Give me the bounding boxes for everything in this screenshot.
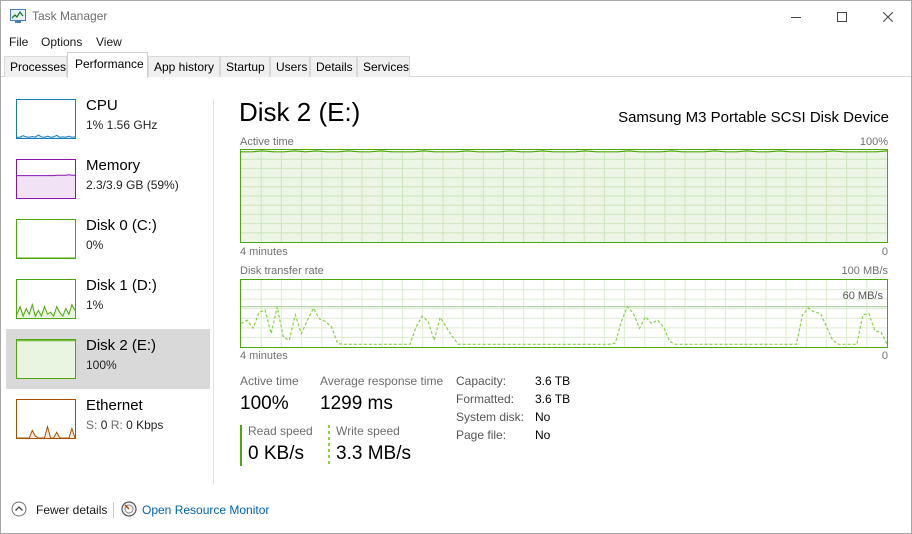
window-title: Task Manager (32, 9, 108, 23)
page-file-value: No (535, 428, 551, 442)
system-disk-value: No (535, 410, 551, 424)
disk-1-thumbnail-graph (16, 279, 76, 319)
task-manager-icon (10, 9, 26, 23)
active-time-graph-max: 100% (859, 136, 888, 148)
footer-divider (113, 502, 114, 518)
ethernet-thumbnail-graph (16, 399, 76, 439)
sidebar-item-detail: 0% (86, 238, 104, 252)
read-speed-value: 0 KB/s (248, 443, 304, 464)
avg-response-value: 1299 ms (320, 393, 393, 414)
write-speed-label: Write speed (336, 424, 400, 438)
active-time-label: Active time (240, 374, 299, 388)
sidebar-divider (213, 99, 214, 484)
tab-performance[interactable]: Performance (67, 52, 148, 78)
fewer-details-button[interactable]: Fewer details (36, 503, 107, 517)
write-speed-indicator (328, 425, 330, 466)
sidebar-item-memory[interactable]: Memory 2.3/3.9 GB (59%) (6, 149, 210, 209)
active-time-area (241, 150, 887, 242)
disk-2-thumbnail-graph (16, 339, 76, 379)
menu-view[interactable]: View (96, 35, 122, 49)
sidebar-item-disk-2[interactable]: Disk 2 (E:) 100% (6, 329, 210, 389)
tab-services[interactable]: Services (357, 56, 410, 77)
thumbnail-line (17, 134, 75, 138)
title-bar[interactable]: Task Manager (1, 1, 911, 32)
sidebar-item-detail: 100% (86, 358, 117, 372)
active-time-value: 100% (240, 393, 289, 414)
capacity-value: 3.6 TB (535, 374, 571, 388)
read-speed-indicator (240, 425, 242, 466)
sidebar-item-detail: 2.3/3.9 GB (59%) (86, 178, 179, 192)
maximize-button[interactable] (819, 1, 865, 32)
sidebar-item-ethernet[interactable]: Ethernet S: 0 R: 0 Kbps (6, 389, 210, 449)
receive-value: 0 Kbps (126, 418, 164, 432)
tab-startup[interactable]: Startup (220, 56, 270, 77)
transfer-rate-graph-label: Disk transfer rate (240, 265, 324, 277)
minimize-icon (791, 12, 801, 22)
tab-details[interactable]: Details (310, 56, 357, 77)
sidebar-item-cpu[interactable]: CPU 1% 1.56 GHz (6, 89, 210, 149)
tab-bar: Processes Performance App history Startu… (1, 52, 911, 78)
system-disk-label: System disk: (456, 410, 525, 424)
transfer-rate-chart (241, 280, 887, 347)
sidebar-item-detail: 1% (86, 298, 104, 312)
sidebar-item-disk-1[interactable]: Disk 1 (D:) 1% (6, 269, 210, 329)
maximize-icon (837, 11, 847, 22)
transfer-rate-graph-timespan: 4 minutes (240, 350, 288, 362)
sidebar-item-detail: S: 0 R: 0 Kbps (86, 418, 163, 432)
tab-app-history[interactable]: App history (148, 56, 220, 77)
active-time-graph-min: 0 (881, 246, 888, 258)
sidebar-item-label: Disk 0 (C:) (86, 217, 157, 234)
resource-monitor-icon[interactable] (121, 501, 137, 517)
minimize-button[interactable] (773, 1, 819, 32)
send-value: 0 (100, 418, 108, 432)
cpu-thumbnail-graph (16, 99, 76, 139)
transfer-rate-graph-min: 0 (881, 350, 888, 362)
read-speed-label: Read speed (248, 424, 313, 438)
page-title: Disk 2 (E:) (239, 97, 361, 127)
capacity-label: Capacity: (456, 374, 507, 388)
send-label: S: (86, 418, 98, 432)
sidebar-item-label: Disk 1 (D:) (86, 277, 157, 294)
disk-details-panel: Disk 2 (E:) Samsung M3 Portable SCSI Dis… (239, 97, 889, 477)
close-icon (883, 11, 893, 22)
formatted-value: 3.6 TB (535, 392, 571, 406)
write-speed-value: 3.3 MB/s (336, 443, 411, 464)
tab-processes[interactable]: Processes (4, 56, 67, 77)
active-time-chart (241, 150, 887, 242)
transfer-rate-graph-max: 100 MB/s (841, 265, 888, 277)
task-manager-window: Task Manager File Options View Processes… (0, 0, 912, 534)
sidebar-item-label: CPU (86, 97, 118, 114)
memory-thumbnail-graph (16, 159, 76, 199)
sidebar-item-label: Memory (86, 157, 141, 174)
sidebar-item-disk-0[interactable]: Disk 0 (C:) 0% (6, 209, 210, 269)
formatted-label: Formatted: (456, 392, 515, 406)
footer-bar: Fewer details Open Resource Monitor (1, 494, 911, 524)
menu-options[interactable]: Options (41, 35, 82, 49)
chevron-up-circle-icon[interactable] (11, 501, 27, 517)
disk-0-thumbnail-graph (16, 219, 76, 259)
resource-sidebar: CPU 1% 1.56 GHz Memory 2.3/3.9 GB (59%) … (1, 78, 214, 484)
thumbnail-area (17, 174, 75, 198)
device-name: Samsung M3 Portable SCSI Disk Device (618, 109, 889, 126)
receive-label: R: (110, 418, 123, 432)
sidebar-item-detail: 1% 1.56 GHz (86, 118, 158, 132)
transfer-rate-graph-mid: 60 MB/s (842, 290, 883, 302)
tab-users[interactable]: Users (270, 56, 310, 77)
page-file-label: Page file: (456, 428, 507, 442)
menu-bar: File Options View (1, 32, 911, 52)
avg-response-label: Average response time (320, 374, 444, 388)
thumbnail-area (17, 340, 75, 378)
close-button[interactable] (865, 1, 911, 32)
transfer-rate-graph: 60 MB/s (240, 279, 888, 348)
sidebar-item-label: Disk 2 (E:) (86, 337, 157, 354)
active-time-graph (240, 149, 888, 243)
active-time-graph-timespan: 4 minutes (240, 246, 288, 258)
active-time-graph-label: Active time (240, 136, 294, 148)
open-resource-monitor-link[interactable]: Open Resource Monitor (142, 503, 269, 517)
thumbnail-line (17, 174, 75, 177)
sidebar-item-label: Ethernet (86, 397, 143, 414)
menu-file[interactable]: File (9, 35, 28, 49)
